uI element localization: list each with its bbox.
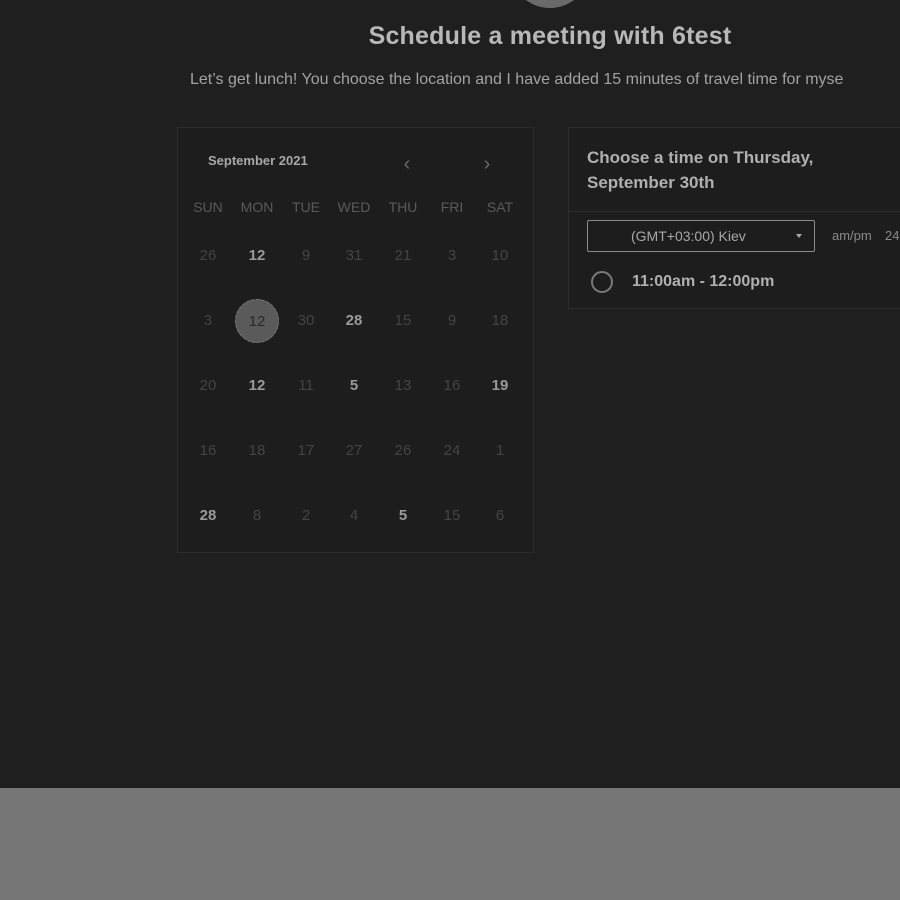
chevron-left-icon[interactable]: ‹ <box>396 152 418 176</box>
time-selection-panel: Choose a time on Thursday, September 30t… <box>568 127 900 309</box>
calendar-day: 13 <box>394 377 412 394</box>
divider <box>569 211 900 212</box>
calendar-day[interactable]: 28 <box>332 299 376 343</box>
calendar-day: 15 <box>394 312 412 329</box>
calendar-day: 31 <box>345 247 363 264</box>
calendar-day: 18 <box>248 442 266 459</box>
calendar-day: 2 <box>301 507 311 524</box>
weekday-header: TUE <box>292 199 320 215</box>
weekday-header: WED <box>337 199 371 215</box>
calendar-day: 6 <box>495 507 505 524</box>
calendar-day: 10 <box>491 247 509 264</box>
calendar-day: 1 <box>495 442 505 459</box>
calendar-day: 9 <box>301 247 311 264</box>
weekday-header: MON <box>240 199 274 215</box>
caret-down-icon <box>796 234 802 238</box>
format-12h-toggle[interactable]: am/pm <box>832 228 872 243</box>
calendar-day: 21 <box>394 247 412 264</box>
calendar-day: 16 <box>443 377 461 394</box>
calendar-day: 26 <box>199 247 217 264</box>
calendar-day: 3 <box>203 312 213 329</box>
calendar-day[interactable]: 12 <box>235 234 279 278</box>
calendar-day[interactable]: 28 <box>186 494 230 538</box>
time-slot-label: 11:00am - 12:00pm <box>632 273 775 290</box>
weekday-header: THU <box>388 199 418 215</box>
calendar-day-selected[interactable]: 12 <box>235 299 279 343</box>
calendar-day: 18 <box>491 312 509 329</box>
chevron-right-icon[interactable]: › <box>476 152 498 176</box>
weekday-header: SUN <box>193 199 223 215</box>
avatar <box>510 0 590 8</box>
page-title: Schedule a meeting with 6test <box>368 22 732 50</box>
date-picker-calendar: September 2021 ‹ › SUN MON TUE WED THU FRI SAT… <box>177 127 534 553</box>
calendar-day[interactable]: 12 <box>235 364 279 408</box>
calendar-day: 4 <box>349 507 359 524</box>
format-24h-toggle[interactable]: 24 <box>885 228 899 243</box>
time-panel-heading: Choose a time on Thursday, September 30t… <box>587 148 814 192</box>
calendar-day: 24 <box>443 442 461 459</box>
calendar-day: 3 <box>447 247 457 264</box>
calendar-day: 27 <box>345 442 363 459</box>
calendar-day[interactable]: 5 <box>381 494 425 538</box>
weekday-header: SAT <box>486 199 514 215</box>
calendar-day: 15 <box>443 507 461 524</box>
calendar-day: 9 <box>447 312 457 329</box>
radio-button[interactable] <box>591 271 613 293</box>
calendar-day: 11 <box>298 377 314 394</box>
timezone-select[interactable]: (GMT+03:00) Kiev <box>587 220 815 252</box>
timezone-value: (GMT+03:00) Kiev <box>631 228 746 244</box>
calendar-day[interactable]: 5 <box>332 364 376 408</box>
weekday-header: FRI <box>440 199 464 215</box>
calendar-day: 8 <box>252 507 262 524</box>
page-description: Let’s get lunch! You choose the location… <box>190 71 844 88</box>
calendar-day: 20 <box>199 377 217 394</box>
calendar-day: 26 <box>394 442 412 459</box>
calendar-day: 16 <box>199 442 217 459</box>
month-label: September 2021 <box>208 153 308 168</box>
calendar-day: 30 <box>297 312 315 329</box>
scheduling-page: Schedule a meeting with 6test Let’s get … <box>0 0 900 788</box>
calendar-day[interactable]: 19 <box>478 364 522 408</box>
calendar-day: 17 <box>297 442 315 459</box>
dim-overlay-bottom <box>0 788 900 900</box>
